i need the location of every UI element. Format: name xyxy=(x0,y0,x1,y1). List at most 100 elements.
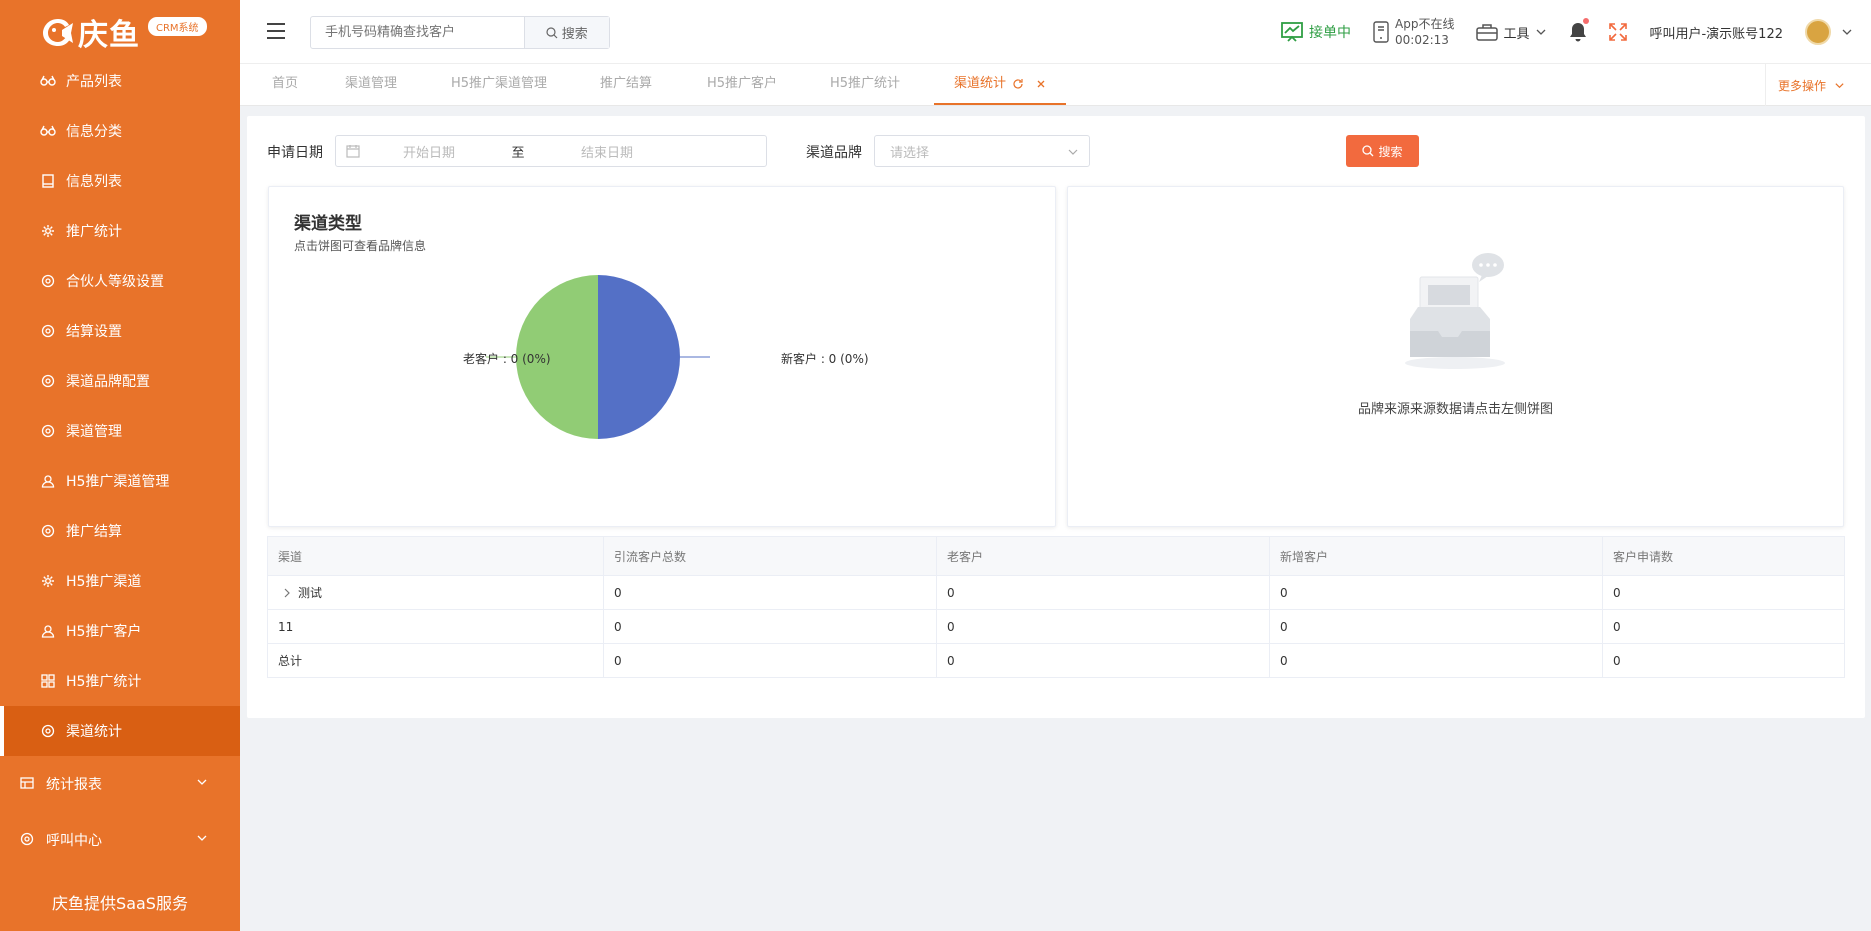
sidebar-footer: 庆鱼提供SaaS服务 xyxy=(52,894,188,913)
sidebar-item-channel-stats[interactable]: 渠道统计 xyxy=(0,706,240,756)
order-status-label: 接单中 xyxy=(1309,25,1352,41)
sidebar-item-product-list[interactable]: 产品列表 xyxy=(0,56,240,106)
customer-search-button[interactable]: 搜索 xyxy=(523,17,609,48)
empty-state-message: 品牌来源来源数据请点击左侧饼图 xyxy=(1357,402,1553,417)
table-icon xyxy=(20,776,36,792)
more-operations-dropdown[interactable]: 更多操作 xyxy=(1765,64,1871,106)
search-button-label: 搜索 xyxy=(561,27,588,42)
bell-icon xyxy=(1570,23,1587,42)
sidebar-item-label: 渠道统计 xyxy=(66,724,122,740)
customer-search-input[interactable] xyxy=(311,17,524,48)
grid-icon xyxy=(40,673,56,689)
order-status-toggle[interactable]: 接单中 xyxy=(1281,22,1351,42)
top-header: 搜索 接单中 App不在线 00:02:13 工具 呼叫用户-演示账号1 xyxy=(240,0,1871,64)
close-icon[interactable] xyxy=(1036,79,1046,89)
date-filter-label: 申请日期 xyxy=(267,145,323,161)
start-date-placeholder[interactable]: 开始日期 xyxy=(360,142,498,161)
brand-select[interactable]: 请选择 xyxy=(874,135,1090,167)
user-icon xyxy=(40,623,56,639)
sidebar-menu: 产品列表 信息分类 信息列表 推广统计 合伙人等级设置 结算设置 渠道品牌配置 xyxy=(0,56,240,868)
hamburger-menu-icon[interactable] xyxy=(266,22,286,40)
app-status-text: App不在线 xyxy=(1395,17,1455,31)
table-cell: 0 xyxy=(603,643,937,678)
sidebar-item-label: 信息列表 xyxy=(66,174,122,190)
notification-bell[interactable] xyxy=(1569,18,1590,42)
glasses-icon xyxy=(40,123,56,139)
sidebar-group-label: 呼叫中心 xyxy=(46,833,102,849)
chevron-down-icon xyxy=(1068,149,1078,155)
table-cell: 0 xyxy=(603,609,937,644)
sidebar-item-promo-settlement[interactable]: 推广结算 xyxy=(0,506,240,556)
table-cell: 测试 xyxy=(267,575,604,610)
sidebar-item-brand-config[interactable]: 渠道品牌配置 xyxy=(0,356,240,406)
sidebar-item-label: 渠道品牌配置 xyxy=(66,374,150,390)
user-icon xyxy=(40,473,56,489)
gear-icon xyxy=(40,273,56,289)
tab-h5-customers[interactable]: H5推广客户 xyxy=(707,64,777,105)
chevron-down-icon xyxy=(1537,29,1546,35)
gear-icon xyxy=(40,723,56,739)
channel-type-pie-chart[interactable] xyxy=(269,187,1057,528)
table-row[interactable]: 测试 0 0 0 0 xyxy=(267,575,1845,610)
logo[interactable]: 庆鱼 CRM系统 xyxy=(0,0,240,64)
table-cell: 0 xyxy=(1602,575,1845,610)
app-status[interactable]: App不在线 00:02:13 xyxy=(1373,16,1454,48)
table-row[interactable]: 11 0 0 0 0 xyxy=(267,609,1845,644)
search-button[interactable]: 搜索 xyxy=(1346,135,1419,167)
sidebar-item-label: 结算设置 xyxy=(66,324,122,340)
column-header: 新增客户 xyxy=(1269,536,1603,576)
sidebar-item-h5-channel[interactable]: H5推广渠道 xyxy=(0,556,240,606)
table-cell: 11 xyxy=(267,609,604,644)
sidebar-item-info-list[interactable]: 信息列表 xyxy=(0,156,240,206)
gear-icon xyxy=(20,832,36,848)
chevron-right-icon[interactable] xyxy=(282,588,292,598)
pie-label-new: 新客户 : 0 (0%) xyxy=(781,352,869,366)
chevron-down-icon xyxy=(1835,82,1844,88)
tab-h5-stats[interactable]: H5推广统计 xyxy=(830,64,900,105)
sidebar-group-call-center[interactable]: 呼叫中心 xyxy=(0,812,240,868)
sidebar-group-reports[interactable]: 统计报表 xyxy=(0,756,240,812)
chevron-down-icon xyxy=(197,835,207,841)
book-icon xyxy=(40,173,56,189)
column-header: 客户申请数 xyxy=(1602,536,1845,576)
sidebar-item-label: 合伙人等级设置 xyxy=(66,274,164,290)
sidebar-item-label: 推广结算 xyxy=(66,524,122,540)
toolbox-icon xyxy=(1476,24,1499,41)
channel-type-panel: 渠道类型 点击饼图可查看品牌信息 新客户 : 0 (0%) 老客户 : 0 (0… xyxy=(268,186,1056,527)
tab-h5-channel-management[interactable]: H5推广渠道管理 xyxy=(451,64,547,105)
chart-up-icon xyxy=(1281,22,1303,42)
tab-channel-stats[interactable]: 渠道统计 xyxy=(934,64,1067,105)
table-row-total: 总计 0 0 0 0 xyxy=(267,643,1845,678)
tools-dropdown[interactable]: 工具 xyxy=(1476,22,1547,42)
fullscreen-icon xyxy=(1609,23,1628,41)
avatar-dropdown[interactable] xyxy=(1805,19,1853,45)
empty-inbox-icon xyxy=(1405,253,1505,369)
sidebar-item-h5-customers[interactable]: H5推广客户 xyxy=(0,606,240,656)
table-cell: 0 xyxy=(1269,643,1603,678)
sidebar-item-info-category[interactable]: 信息分类 xyxy=(0,106,240,156)
notification-dot xyxy=(1583,18,1590,24)
gear-icon xyxy=(40,223,56,239)
refresh-icon[interactable] xyxy=(1012,78,1024,90)
channel-stats-table: 渠道 引流客户总数 老客户 新增客户 客户申请数 测试 0 0 0 0 11 0… xyxy=(267,536,1845,678)
sidebar-item-h5-channel-management[interactable]: H5推广渠道管理 xyxy=(0,456,240,506)
crm-badge: CRM系统 xyxy=(148,17,207,36)
tab-home[interactable]: 首页 xyxy=(272,64,298,105)
sidebar-item-promo-stats[interactable]: 推广统计 xyxy=(0,206,240,256)
fullscreen-toggle[interactable] xyxy=(1609,23,1628,41)
search-button-label: 搜索 xyxy=(1378,144,1403,159)
date-range-picker[interactable]: 开始日期 至 结束日期 xyxy=(335,135,767,167)
pie-slice-new[interactable] xyxy=(598,275,680,439)
avatar xyxy=(1805,19,1831,45)
sidebar-item-settlement-settings[interactable]: 结算设置 xyxy=(0,306,240,356)
sidebar-item-h5-stats[interactable]: H5推广统计 xyxy=(0,656,240,706)
tab-promo-settlement[interactable]: 推广结算 xyxy=(600,64,652,105)
tab-channel-management[interactable]: 渠道管理 xyxy=(345,64,397,105)
user-name[interactable]: 呼叫用户-演示账号122 xyxy=(1649,23,1783,42)
table-cell: 0 xyxy=(1602,643,1845,678)
sidebar-item-channel-management[interactable]: 渠道管理 xyxy=(0,406,240,456)
end-date-placeholder[interactable]: 结束日期 xyxy=(538,142,676,161)
gear-icon xyxy=(40,423,56,439)
search-icon xyxy=(546,26,558,38)
sidebar-item-partner-level[interactable]: 合伙人等级设置 xyxy=(0,256,240,306)
